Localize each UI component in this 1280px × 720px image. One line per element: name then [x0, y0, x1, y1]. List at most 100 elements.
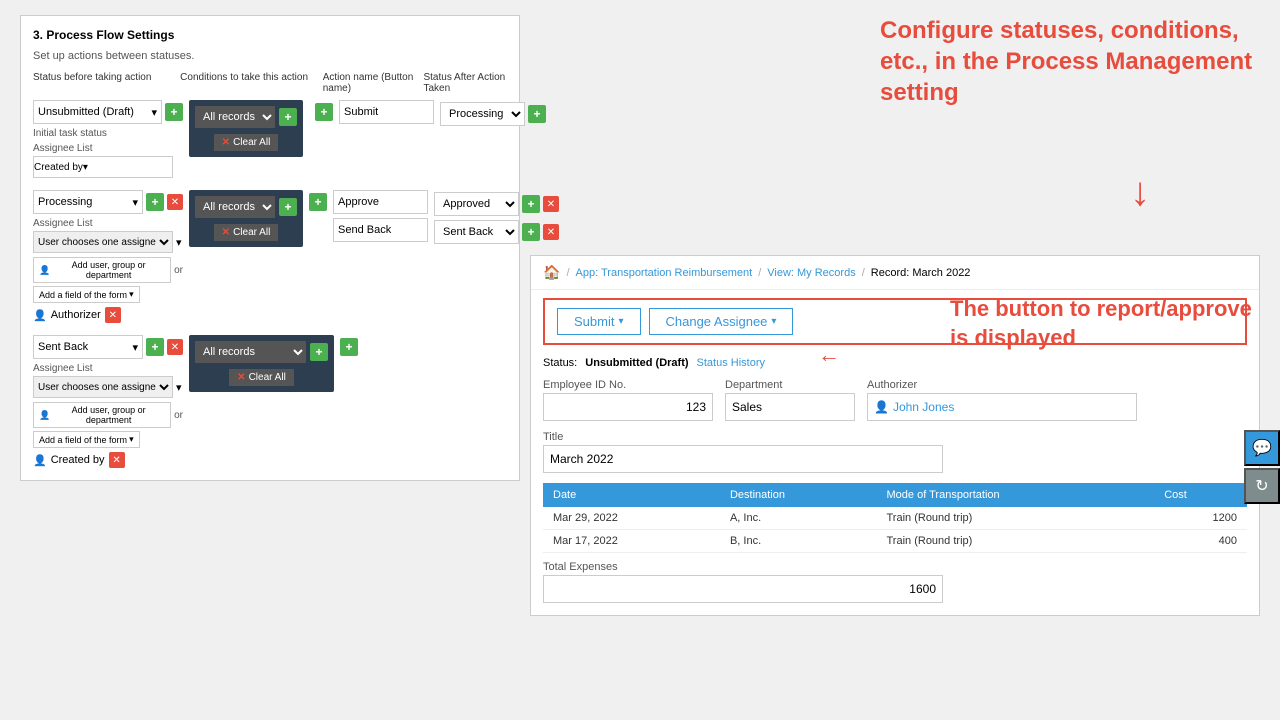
employee-id-label: Employee ID No.: [543, 379, 713, 391]
process-flow-settings-panel: 3. Process Flow Settings Set up actions …: [20, 15, 520, 481]
row3-assignee-label-text: Assignee List: [33, 363, 183, 374]
title-input[interactable]: [543, 445, 943, 473]
row3-or-text: or: [174, 410, 183, 421]
row2-approved-select[interactable]: Approved: [434, 192, 519, 216]
table-row: Mar 29, 2022 A, Inc. Train (Round trip) …: [543, 507, 1247, 530]
row1-action-input[interactable]: [339, 100, 434, 124]
breadcrumb-sep3: /: [862, 267, 865, 279]
row3-assignee-select[interactable]: User chooses one assignee from the list …: [33, 376, 173, 398]
row2-add-status-btn[interactable]: +: [146, 193, 164, 211]
row1-action-block: [339, 100, 434, 124]
row1-after-add-btn[interactable]: +: [528, 105, 546, 123]
row3-condition-add-btn[interactable]: +: [310, 343, 328, 361]
row2-add-user-btn[interactable]: 👤 Add user, group or department: [33, 257, 171, 283]
employee-id-input[interactable]: [543, 393, 713, 421]
row1-add-status-btn[interactable]: +: [165, 103, 183, 121]
row2-condition-select[interactable]: All records: [195, 196, 275, 218]
row2-conditions-block: All records + ✕ Clear All: [189, 190, 303, 247]
row2-clear-all-btn[interactable]: ✕ Clear All: [214, 224, 279, 241]
row2-assignee-label-text: Assignee List: [33, 218, 183, 229]
row2-sentback-del-btn[interactable]: ✕: [543, 224, 559, 240]
col-header-after: Status After Action Taken: [423, 72, 507, 94]
row2-approved-del-btn[interactable]: ✕: [543, 196, 559, 212]
col-date: Date: [543, 483, 720, 507]
total-label: Total Expenses: [543, 561, 1247, 573]
row3-add-status-btn[interactable]: +: [146, 338, 164, 356]
row2-sendback-input[interactable]: [333, 218, 428, 242]
row3-del-status-btn[interactable]: ✕: [167, 339, 183, 355]
home-icon[interactable]: 🏠: [543, 264, 560, 281]
row3-condition-select[interactable]: All records: [195, 341, 306, 363]
row3-add-field-btn[interactable]: Add a field of the form ▾: [33, 431, 140, 448]
column-headers: Status before taking action Conditions t…: [33, 72, 507, 94]
row1-condition-select[interactable]: All records: [195, 106, 275, 128]
row2-assignee-select[interactable]: User chooses one assignee from the list …: [33, 231, 173, 253]
row2-conditions-plus-btn[interactable]: +: [309, 193, 327, 211]
change-assignee-button[interactable]: Change Assignee ▾: [649, 308, 794, 335]
row3-created-by-trash-btn[interactable]: ✕: [109, 452, 125, 468]
row1-clear-all-btn[interactable]: ✕ Clear All: [214, 134, 279, 151]
title-label: Title: [543, 431, 1247, 443]
row2-del-status-btn[interactable]: ✕: [167, 194, 183, 210]
row1-after-select[interactable]: Processing: [440, 102, 525, 126]
row3-created-by-label: Created by: [51, 454, 105, 466]
authorizer-value: John Jones: [893, 400, 954, 414]
refresh-float-btn[interactable]: ↻: [1244, 468, 1280, 504]
row1-destination: A, Inc.: [720, 507, 877, 530]
row3-add-user-btn[interactable]: 👤 Add user, group or department: [33, 402, 171, 428]
annotation-configure: Configure statuses, conditions, etc., in…: [880, 15, 1260, 109]
row2-approve-input[interactable]: [333, 190, 428, 214]
row1-initial-label: Initial task status: [33, 128, 183, 139]
row2-condition-add-btn[interactable]: +: [279, 198, 297, 216]
breadcrumb-record: Record: March 2022: [871, 267, 971, 279]
row2-sentback-select[interactable]: Sent Back: [434, 220, 519, 244]
status-history-link[interactable]: Status History: [697, 357, 765, 369]
row3-clear-all-btn[interactable]: ✕ Clear All: [229, 369, 294, 386]
row2-sentback-add-btn[interactable]: +: [522, 223, 540, 241]
row2-approved-add-btn[interactable]: +: [522, 195, 540, 213]
row2-status-select[interactable]: Processing ▾: [33, 190, 143, 214]
row1-clear-x-icon: ✕: [222, 137, 230, 148]
breadcrumb-sep2: /: [758, 267, 761, 279]
row1-conditions-plus-btn[interactable]: +: [315, 103, 333, 121]
arrow-left-icon: ←: [818, 342, 840, 368]
row2-add-field-btn[interactable]: Add a field of the form ▾: [33, 286, 140, 303]
col-destination: Destination: [720, 483, 877, 507]
col-cost: Cost: [1154, 483, 1247, 507]
row3-status-select[interactable]: Sent Back ▾: [33, 335, 143, 359]
row1-status-select[interactable]: Unsubmitted (Draft) ▾: [33, 100, 162, 124]
row3-conditions-plus-btn[interactable]: +: [340, 338, 358, 356]
row1-assignee-select[interactable]: Created by ▾: [33, 156, 173, 178]
row1-assignee-label: Assignee List: [33, 143, 183, 154]
row3-status-block: Sent Back ▾ + ✕ Assignee List User choos…: [33, 335, 183, 468]
row2-conditions-inner: All records + ✕ Clear All: [189, 190, 303, 247]
row1-condition-add-btn[interactable]: +: [279, 108, 297, 126]
total-input[interactable]: [543, 575, 943, 603]
row1-after-block: Processing +: [440, 102, 546, 126]
submit-button[interactable]: Submit ▾: [557, 308, 641, 335]
row3-clear-x-icon: ✕: [237, 372, 245, 383]
department-input[interactable]: [725, 393, 855, 421]
total-section: Total Expenses: [543, 561, 1247, 603]
row2-after-block: Approved + ✕ Sent Back + ✕: [434, 192, 559, 244]
authorizer-input[interactable]: 👤 John Jones: [867, 393, 1137, 421]
title-row: Title: [543, 431, 1247, 473]
row1-date: Mar 29, 2022: [543, 507, 720, 530]
row2-date: Mar 17, 2022: [543, 530, 720, 553]
status-value: Unsubmitted (Draft): [585, 357, 688, 369]
row3-person-icon: 👤: [33, 454, 47, 467]
row2-authorizer-trash-btn[interactable]: ✕: [105, 307, 121, 323]
col-header-conditions: Conditions to take this action: [180, 72, 315, 94]
row1-conditions-block: All records + ✕ Clear All: [189, 100, 303, 157]
arrow-down-icon: ↓: [1130, 170, 1150, 215]
breadcrumb-app-link[interactable]: App: Transportation Reimbursement: [576, 267, 753, 279]
panel-subtitle: Set up actions between statuses.: [33, 50, 507, 62]
fields-row-1: Employee ID No. Department Authorizer 👤 …: [543, 379, 1247, 421]
change-assignee-arrow-icon: ▾: [771, 316, 776, 327]
chat-float-btn[interactable]: 💬: [1244, 430, 1280, 466]
flow-row-3: Sent Back ▾ + ✕ Assignee List User choos…: [33, 335, 507, 468]
col-header-action: Action name (Button name): [323, 72, 416, 94]
authorizer-group: Authorizer 👤 John Jones: [867, 379, 1137, 421]
row2-status-block: Processing ▾ + ✕ Assignee List User choo…: [33, 190, 183, 323]
breadcrumb-view-link[interactable]: View: My Records: [767, 267, 855, 279]
